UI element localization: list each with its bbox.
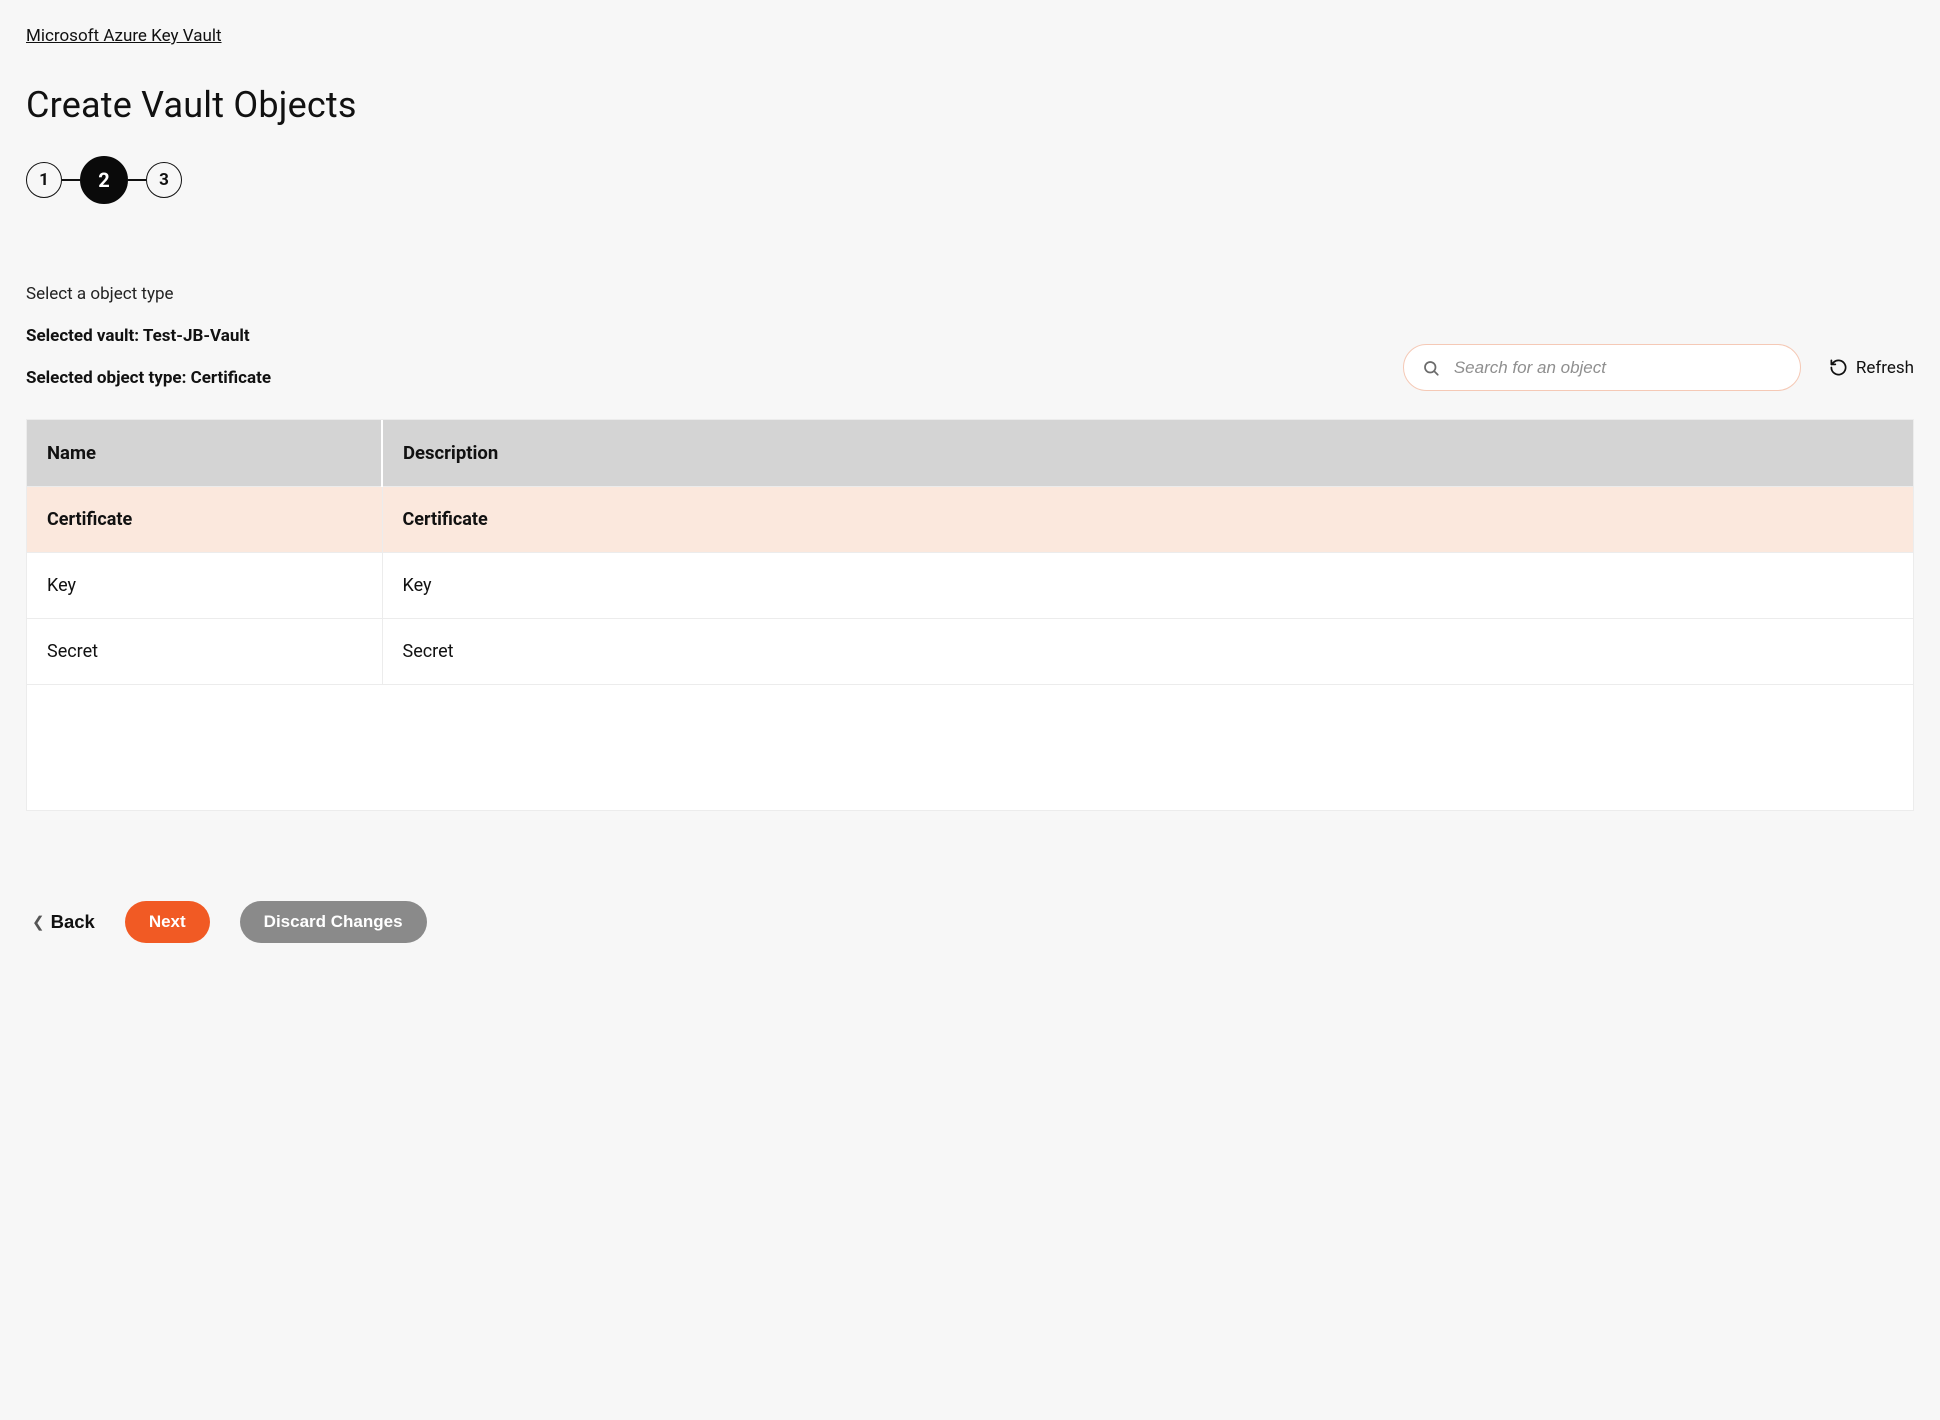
search-input[interactable] — [1454, 358, 1782, 378]
step-1[interactable]: 1 — [26, 162, 62, 198]
refresh-icon — [1829, 358, 1848, 377]
back-label: Back — [51, 911, 95, 933]
breadcrumb-link[interactable]: Microsoft Azure Key Vault — [26, 26, 222, 46]
selected-vault-text: Selected vault: Test-JB-Vault — [26, 326, 1914, 346]
discard-changes-button[interactable]: Discard Changes — [240, 901, 427, 943]
table-row[interactable]: Certificate Certificate — [27, 487, 1913, 553]
table-row[interactable]: Key Key — [27, 553, 1913, 619]
back-button[interactable]: ❮ Back — [32, 911, 95, 933]
cell-description: Certificate — [382, 487, 1913, 553]
cell-description: Key — [382, 553, 1913, 619]
cell-name: Key — [27, 553, 382, 619]
table-empty-space — [27, 684, 1913, 810]
step-connector — [62, 179, 80, 181]
cell-name: Certificate — [27, 487, 382, 553]
table-header-row: Name Description — [27, 420, 1913, 487]
table-row[interactable]: Secret Secret — [27, 619, 1913, 685]
column-header-name[interactable]: Name — [27, 420, 382, 487]
footer-actions: ❮ Back Next Discard Changes — [26, 901, 1914, 943]
page-title: Create Vault Objects — [26, 84, 1914, 126]
step-connector — [128, 179, 146, 181]
refresh-label: Refresh — [1856, 358, 1914, 378]
search-icon — [1422, 359, 1440, 377]
cell-name: Secret — [27, 619, 382, 685]
next-button[interactable]: Next — [125, 901, 210, 943]
section-label: Select a object type — [26, 284, 1914, 304]
step-2[interactable]: 2 — [80, 156, 128, 204]
search-field[interactable] — [1403, 344, 1801, 391]
table-toolbar: Refresh — [26, 344, 1914, 391]
refresh-button[interactable]: Refresh — [1829, 358, 1914, 378]
column-header-description[interactable]: Description — [382, 420, 1913, 487]
stepper: 1 2 3 — [26, 156, 1914, 204]
chevron-left-icon: ❮ — [32, 913, 45, 931]
object-type-table: Name Description Certificate Certificate… — [26, 419, 1914, 811]
step-3[interactable]: 3 — [146, 162, 182, 198]
cell-description: Secret — [382, 619, 1913, 685]
